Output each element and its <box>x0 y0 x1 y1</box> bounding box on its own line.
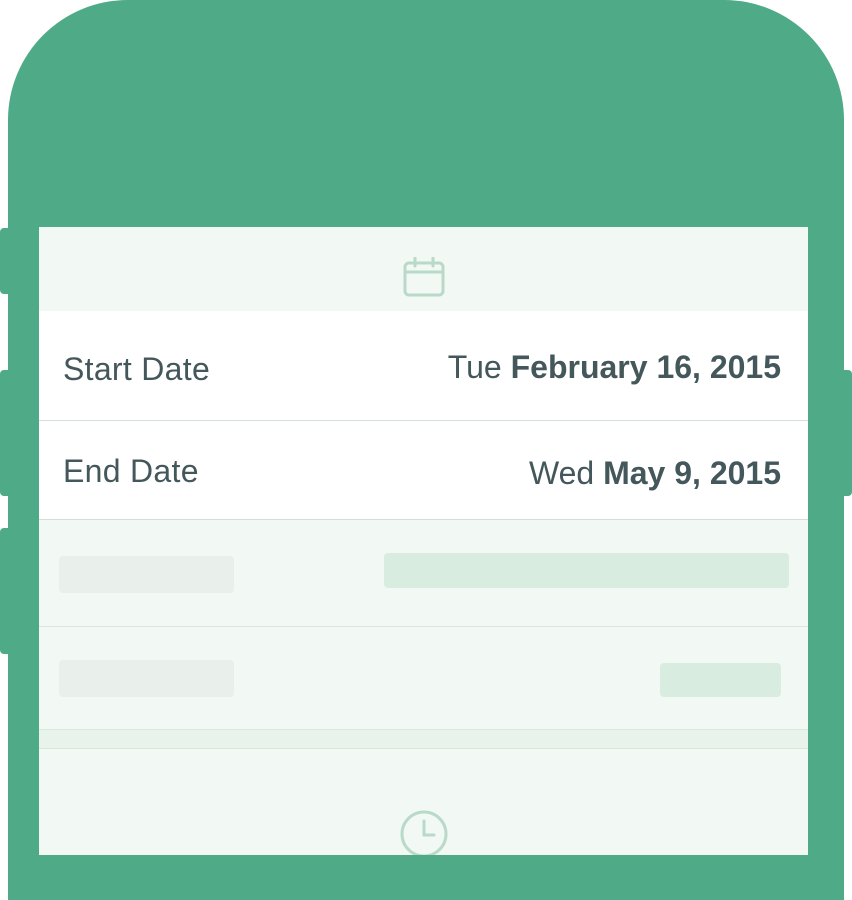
placeholder-label <box>59 660 234 697</box>
end-date-value: Wed May 9, 2015 <box>529 455 781 492</box>
placeholder-label <box>59 556 234 593</box>
start-date-date: February 16, 2015 <box>510 349 781 385</box>
calendar-icon <box>403 257 445 297</box>
end-date-row[interactable]: End Date Wed May 9, 2015 <box>39 421 808 520</box>
phone-screen: Start Date Tue February 16, 2015 End Dat… <box>39 227 808 855</box>
end-date-day: Wed <box>528 455 595 491</box>
end-date-label: End Date <box>63 453 199 489</box>
placeholder-row <box>39 627 808 730</box>
placeholder-row <box>39 520 808 627</box>
start-date-value: Tue February 16, 2015 <box>448 349 781 386</box>
power-button <box>838 370 852 496</box>
calendar-header <box>39 227 808 311</box>
end-date-date: May 9, 2015 <box>603 455 781 491</box>
placeholder-value <box>384 553 789 588</box>
start-date-day: Tue <box>447 349 502 385</box>
time-section <box>39 749 808 855</box>
start-date-label: Start Date <box>63 351 211 387</box>
volume-up-button <box>0 370 14 496</box>
start-date-row[interactable]: Start Date Tue February 16, 2015 <box>39 311 808 421</box>
mute-switch <box>0 228 14 294</box>
section-divider <box>39 730 808 749</box>
placeholder-value <box>660 663 781 697</box>
clock-icon <box>400 810 448 855</box>
volume-down-button <box>0 528 14 654</box>
